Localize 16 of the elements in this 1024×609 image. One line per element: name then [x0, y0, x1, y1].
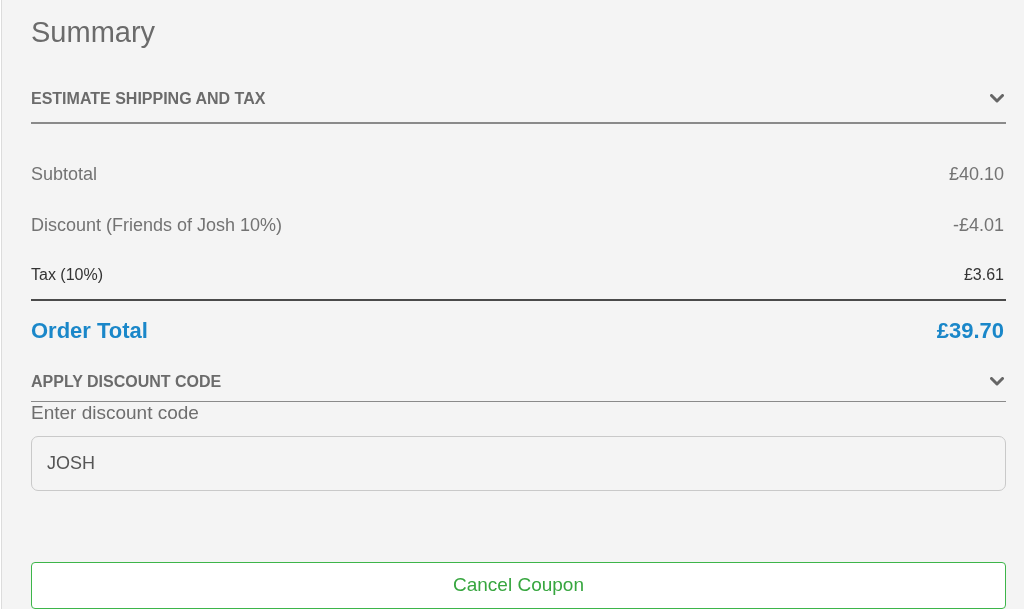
total-label: Subtotal: [31, 163, 98, 185]
order-total-label: Order Total: [31, 317, 148, 344]
total-label: Tax (10%): [31, 265, 104, 284]
cancel-coupon-button[interactable]: Cancel Coupon: [31, 562, 1006, 609]
total-label: Discount (Friends of Josh 10%): [31, 214, 283, 236]
total-amount: -£4.01: [952, 214, 1004, 236]
total-amount: £3.61: [963, 265, 1004, 284]
order-total-amount: £39.70: [936, 317, 1004, 344]
field-label: Enter discount code: [31, 402, 200, 425]
discount-code-toggle[interactable]: APPLY DISCOUNT CODE: [31, 360, 1006, 402]
chevron-down-icon: [990, 94, 1004, 104]
shipping-tax-toggle[interactable]: ESTIMATE SHIPPING AND TAX: [31, 76, 1006, 122]
summary-title: Summary: [31, 15, 157, 50]
discount-code-field[interactable]: JOSH: [31, 436, 1006, 491]
chevron-down-icon: [990, 377, 1004, 387]
total-amount: £40.10: [948, 163, 1004, 185]
